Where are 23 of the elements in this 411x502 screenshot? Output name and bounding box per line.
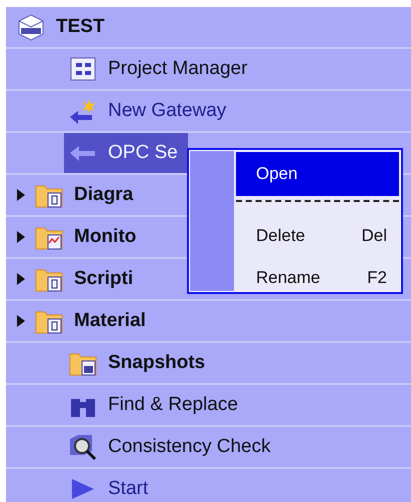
tree-root-label[interactable]: TEST (56, 16, 105, 38)
expand-icon[interactable] (16, 230, 26, 244)
menu-item[interactable]: Open (236, 152, 399, 196)
menu-item[interactable]: Rename F2 (236, 258, 399, 298)
tree-item[interactable]: Diagra (74, 184, 134, 206)
expand-icon[interactable] (16, 314, 26, 328)
tree-item[interactable]: New Gateway (108, 100, 226, 122)
tree-item[interactable]: Snapshots (108, 352, 206, 374)
tree-item[interactable]: Monito (74, 226, 136, 248)
tree-item[interactable]: Material (74, 310, 146, 332)
menu-item[interactable]: Delete Del (236, 216, 399, 256)
arrow-star-icon (68, 97, 98, 125)
cube-icon (16, 13, 46, 41)
tree-item[interactable]: Consistency Check (108, 436, 271, 458)
magnifier-icon (68, 433, 98, 461)
expand-icon[interactable] (16, 188, 26, 202)
tree-item[interactable]: Find & Replace (108, 394, 238, 416)
tree-item[interactable]: Start (108, 478, 148, 500)
list-icon (68, 55, 98, 83)
expand-icon[interactable] (16, 272, 26, 286)
tree-item[interactable]: Project Manager (108, 58, 248, 80)
tree-item[interactable]: Scripti (74, 268, 134, 290)
selected-tree-item[interactable]: OPC Se (64, 133, 188, 173)
